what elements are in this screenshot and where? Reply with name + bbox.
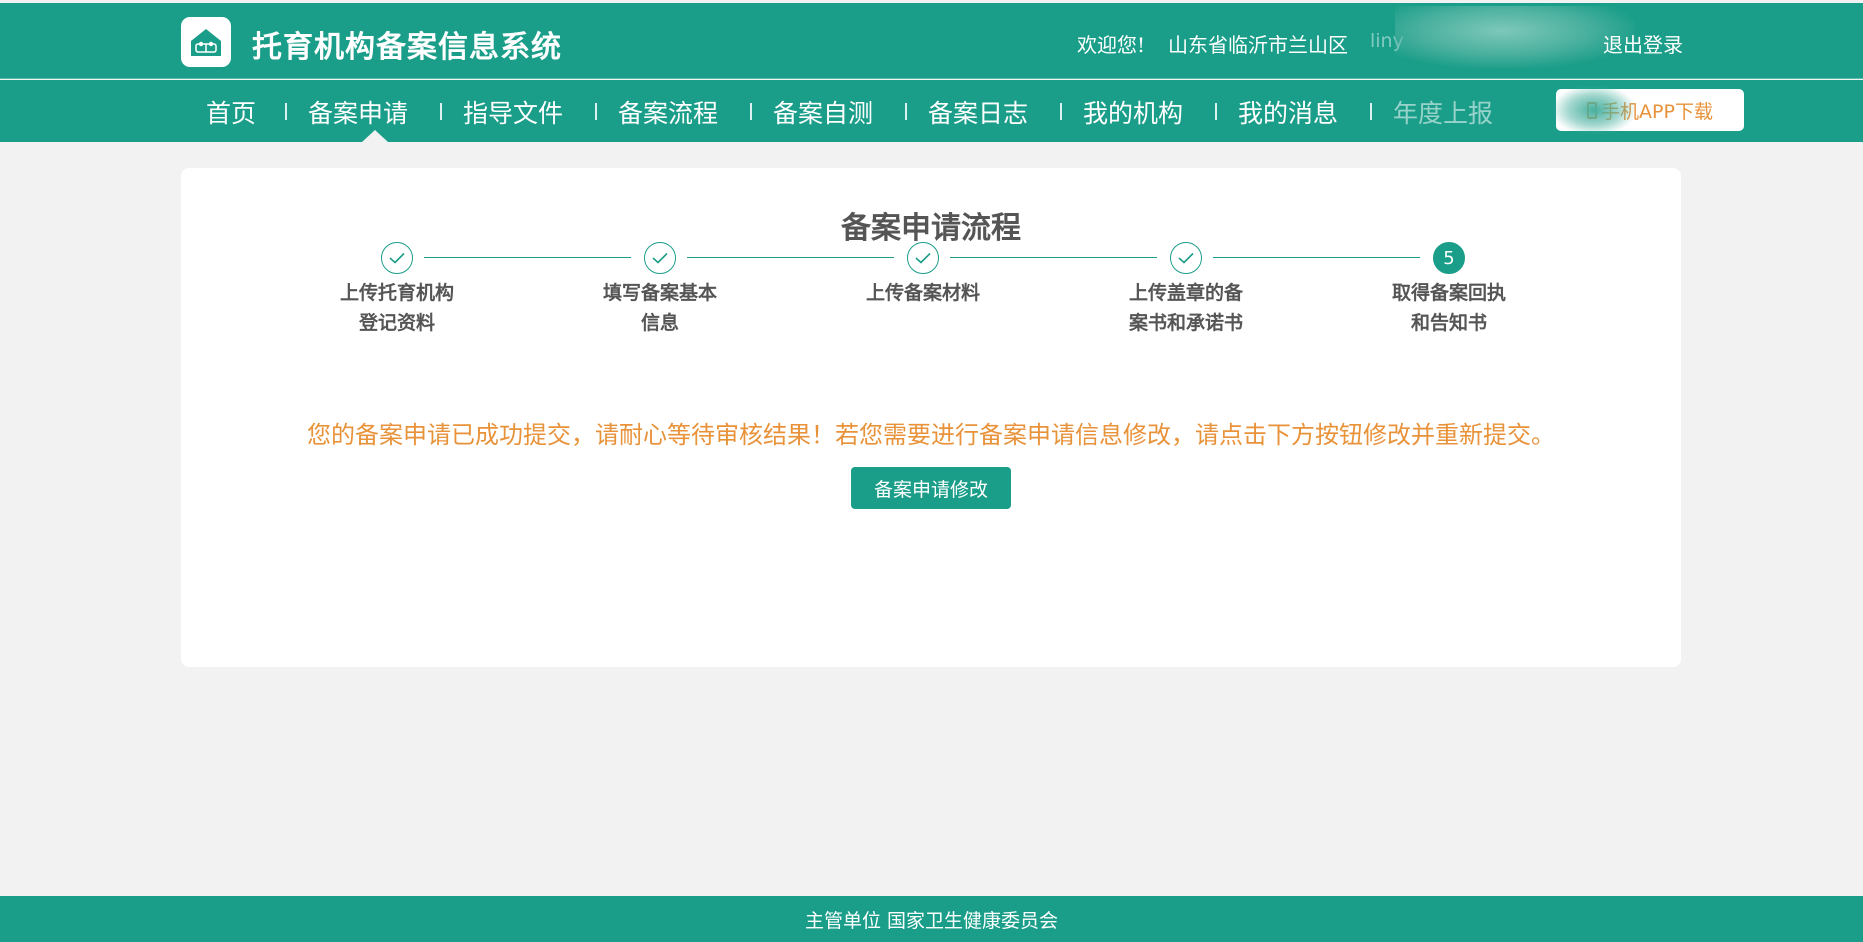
nav-item-filing-process[interactable]: 备案流程 (618, 94, 718, 130)
step-connector (424, 257, 631, 258)
step-4-check-icon (1170, 242, 1202, 274)
nav-item-annual-report[interactable]: 年度上报 (1393, 94, 1493, 130)
step-3-label: 上传备案材料 (853, 278, 993, 308)
nav-item-home[interactable]: 首页 (206, 94, 256, 130)
footer: 主管单位 国家卫生健康委员会 (0, 896, 1863, 942)
modify-application-button[interactable]: 备案申请修改 (851, 467, 1011, 509)
step-connector (1213, 257, 1420, 258)
step-2-label-line1: 填写备案基本 (602, 282, 717, 304)
step-1-label-line2: 登记资料 (358, 312, 435, 334)
nav-divider (440, 103, 442, 120)
process-title: 备案申请流程 (841, 211, 1021, 246)
step-3-label-line1: 上传备案材料 (865, 282, 980, 304)
step-3-check-icon (907, 242, 939, 274)
nav-divider (1215, 103, 1217, 120)
welcome-text: 欢迎您! (1077, 33, 1146, 57)
step-1-label: 上传托育机构 登记资料 (327, 278, 467, 338)
nav-divider (1060, 103, 1062, 120)
nav-item-guidance-docs[interactable]: 指导文件 (463, 94, 563, 130)
nav-item-my-institution[interactable]: 我的机构 (1083, 94, 1183, 130)
nav-item-filing-log[interactable]: 备案日志 (928, 94, 1028, 130)
nav-item-self-check[interactable]: 备案自测 (773, 94, 873, 130)
region-text: 山东省临沂市兰山区 (1168, 33, 1348, 57)
step-4-label-line2: 案书和承诺书 (1128, 312, 1243, 334)
app-title: 托育机构备案信息系统 (252, 30, 562, 65)
header-bar: 托育机构备案信息系统 欢迎您! 山东省临沂市兰山区 liny 退出登录 (0, 3, 1863, 79)
step-5-label-line1: 取得备案回执 (1391, 282, 1506, 304)
phone-icon (1587, 101, 1598, 119)
redaction-smudge (1395, 6, 1635, 68)
step-5-label: 取得备案回执 和告知书 (1379, 278, 1519, 338)
nav-divider (1370, 103, 1372, 120)
step-5-number: 5 (1433, 242, 1465, 274)
logout-link[interactable]: 退出登录 (1603, 29, 1683, 58)
app-download-button[interactable]: 手机APP下载 (1556, 89, 1744, 131)
nav-item-filing-application[interactable]: 备案申请 (308, 94, 408, 130)
step-4-label: 上传盖章的备 案书和承诺书 (1116, 278, 1256, 338)
step-connector (687, 257, 894, 258)
nav-item-my-messages[interactable]: 我的消息 (1238, 94, 1338, 130)
nav-divider (595, 103, 597, 120)
footer-text: 主管单位 国家卫生健康委员会 (804, 909, 1059, 932)
filing-status-card: 备案申请流程 5 上传托育机构 登记资料 填写备案基本 信息 上传备案材料 上传… (181, 168, 1681, 667)
step-connector (950, 257, 1157, 258)
step-2-label: 填写备案基本 信息 (590, 278, 730, 338)
step-4-label-line1: 上传盖章的备 (1128, 282, 1243, 304)
step-1-check-icon (381, 242, 413, 274)
step-1-label-line1: 上传托育机构 (339, 282, 454, 304)
step-2-label-line2: 信息 (640, 312, 679, 334)
step-2-check-icon (644, 242, 676, 274)
submission-notice: 您的备案申请已成功提交，请耐心等待审核结果！若您需要进行备案申请信息修改，请点击… (307, 421, 1555, 449)
nav-divider (750, 103, 752, 120)
nav-divider (285, 103, 287, 120)
house-icon (181, 17, 231, 67)
step-5-label-line2: 和告知书 (1410, 312, 1487, 334)
app-download-label: 手机APP下载 (1601, 100, 1713, 123)
nav-divider (905, 103, 907, 120)
active-nav-indicator (362, 130, 388, 142)
